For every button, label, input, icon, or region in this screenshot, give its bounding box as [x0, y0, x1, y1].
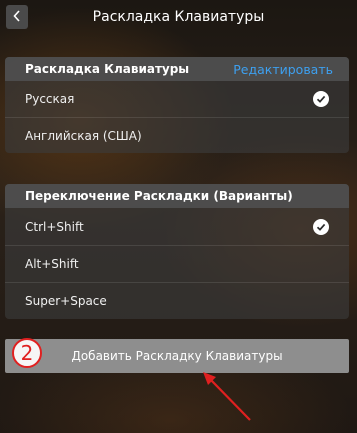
annotation-arrow-icon	[203, 372, 251, 421]
